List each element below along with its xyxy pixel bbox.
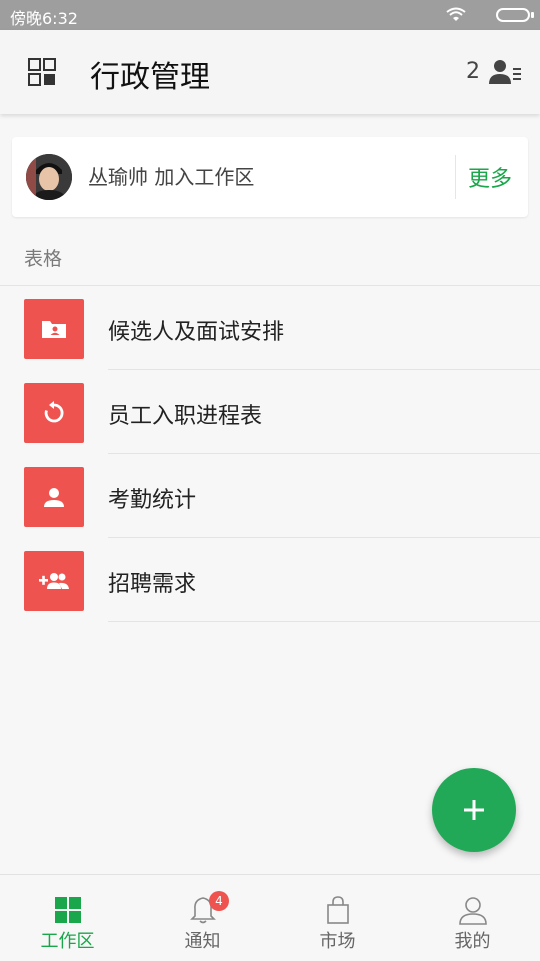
nav-label: 通知 bbox=[184, 931, 221, 952]
nav-notifications[interactable]: 4 通知 bbox=[135, 875, 270, 961]
notification-badge: 4 bbox=[209, 891, 229, 911]
card-divider bbox=[455, 155, 456, 199]
more-button[interactable]: 更多 bbox=[468, 161, 512, 193]
bottom-navigation: 工作区 4 通知 市场 我的 bbox=[0, 874, 540, 961]
section-title: 表格 bbox=[24, 248, 63, 270]
join-notification-card[interactable]: 丛瑜帅 加入工作区 更多 bbox=[12, 137, 528, 217]
folder-person-icon bbox=[24, 299, 84, 359]
user-icon bbox=[459, 897, 487, 925]
nav-label: 市场 bbox=[319, 931, 356, 952]
list-item-candidates[interactable]: 候选人及面试安排 bbox=[0, 286, 540, 370]
join-message: 丛瑜帅 加入工作区 bbox=[88, 165, 255, 189]
status-time: 傍晚6:32 bbox=[10, 9, 78, 28]
nav-workspace[interactable]: 工作区 bbox=[0, 875, 135, 961]
list-item-label: 员工入职进程表 bbox=[108, 404, 263, 429]
list-divider bbox=[108, 621, 540, 622]
avatar bbox=[26, 154, 72, 200]
battery-icon bbox=[496, 8, 530, 22]
nav-label: 我的 bbox=[454, 931, 491, 952]
plus-icon bbox=[464, 800, 484, 820]
status-bar: 傍晚6:32 bbox=[0, 0, 540, 30]
list-item-label: 候选人及面试安排 bbox=[108, 320, 285, 345]
bag-icon bbox=[327, 896, 349, 924]
list-item-attendance[interactable]: 考勤统计 bbox=[0, 454, 540, 538]
nav-market[interactable]: 市场 bbox=[270, 875, 405, 961]
add-group-icon bbox=[24, 551, 84, 611]
person-icon bbox=[24, 467, 84, 527]
list-item-recruitment[interactable]: 招聘需求 bbox=[0, 538, 540, 622]
list-item-label: 招聘需求 bbox=[108, 572, 197, 597]
grid-icon bbox=[55, 897, 81, 923]
battery-tip bbox=[531, 12, 534, 18]
nav-profile[interactable]: 我的 bbox=[405, 875, 540, 961]
members-icon[interactable] bbox=[488, 58, 522, 86]
refresh-icon bbox=[24, 383, 84, 443]
workspace-grid-icon[interactable] bbox=[28, 58, 56, 86]
page-title: 行政管理 bbox=[90, 60, 210, 95]
list-item-onboarding[interactable]: 员工入职进程表 bbox=[0, 370, 540, 454]
list-item-label: 考勤统计 bbox=[108, 488, 197, 513]
nav-label: 工作区 bbox=[40, 931, 95, 952]
app-bar: 行政管理 2 bbox=[0, 30, 540, 114]
member-count[interactable]: 2 bbox=[466, 59, 480, 84]
add-fab-button[interactable] bbox=[432, 768, 516, 852]
wifi-icon bbox=[446, 7, 466, 21]
